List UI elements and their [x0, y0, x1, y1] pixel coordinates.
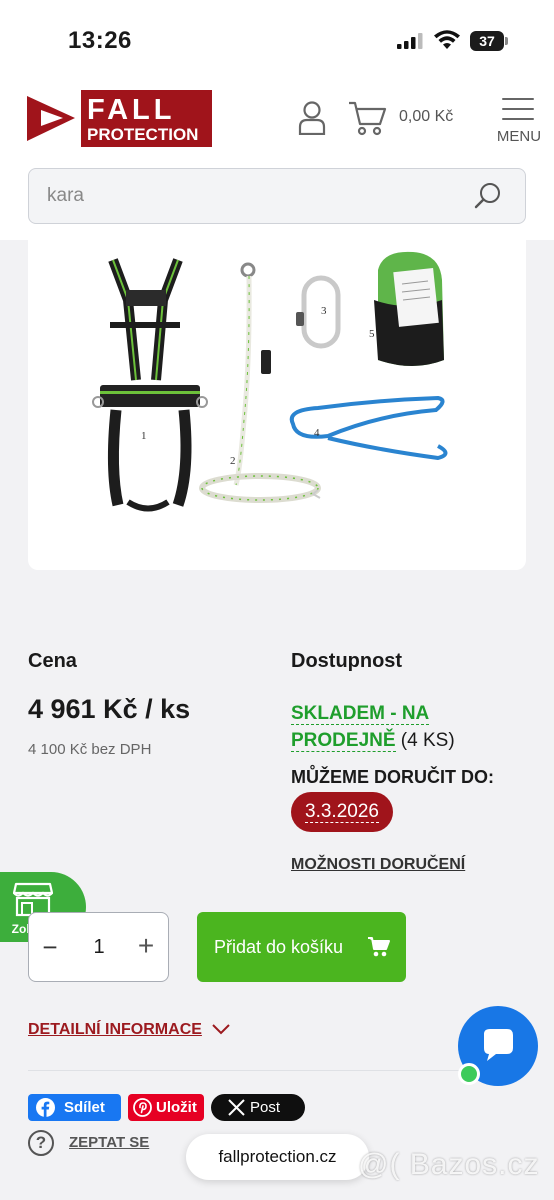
item-label-5: 5 — [369, 328, 375, 340]
menu-icon-bar — [502, 108, 534, 110]
add-to-cart-button[interactable]: Přidat do košíku — [197, 912, 406, 982]
chevron-down-icon[interactable] — [212, 1023, 230, 1035]
url-address-pill[interactable]: fallprotection.cz — [186, 1134, 369, 1180]
menu-button[interactable]: MENU — [496, 98, 542, 146]
pinterest-save-label: Uložit — [156, 1099, 197, 1116]
delivery-heading: MŮŽEME DORUČIT DO: — [291, 767, 494, 787]
item-label-1: 1 — [141, 430, 147, 442]
availability-status: SKLADEM - NA PRODEJNĚ (4 KS) — [291, 700, 521, 754]
svg-text:PROTECTION: PROTECTION — [87, 125, 198, 144]
cart-total[interactable]: 0,00 Kč — [399, 108, 453, 126]
price-heading: Cena — [28, 650, 77, 672]
battery-level: 37 — [470, 31, 504, 51]
harness-illustration — [92, 258, 208, 512]
online-indicator — [458, 1063, 480, 1085]
site-header: FALL PROTECTION 0,00 Kč MENU — [0, 80, 554, 154]
delivery-date-badge[interactable]: 3.3.2026 — [291, 792, 393, 832]
add-to-cart-label: Přidat do košíku — [214, 936, 344, 957]
search-input[interactable] — [47, 182, 447, 210]
x-post-label: Post — [250, 1099, 281, 1116]
question-icon: ? — [28, 1130, 54, 1156]
battery-nub — [505, 37, 508, 45]
svg-text:FALL: FALL — [87, 94, 176, 126]
backpack-illustration — [374, 251, 444, 366]
quantity-decrease-button[interactable]: − — [39, 934, 61, 960]
availability-heading: Dostupnost — [291, 650, 403, 672]
quantity-stepper: − 1 + — [28, 912, 169, 982]
pinterest-icon — [133, 1098, 152, 1117]
quantity-increase-button[interactable]: + — [134, 932, 158, 960]
product-image[interactable]: 1 2 3 4 5 — [28, 240, 526, 570]
menu-icon — [502, 98, 534, 100]
search-bar — [0, 154, 554, 240]
quantity-input[interactable]: 1 — [84, 936, 114, 959]
item-label-4: 4 — [314, 427, 320, 439]
delivery-date: 3.3.2026 — [305, 801, 379, 823]
item-label-2: 2 — [230, 455, 236, 467]
divider — [28, 1070, 526, 1071]
x-icon — [228, 1099, 245, 1116]
product-illustration: 1 2 3 4 5 — [92, 251, 448, 512]
facebook-icon — [36, 1098, 55, 1117]
pinterest-save-button[interactable]: Uložit — [128, 1094, 204, 1121]
facebook-share-label: Sdílet — [64, 1099, 105, 1116]
price-without-vat: 4 100 Kč bez DPH — [28, 741, 152, 758]
stock-count: (4 KS) — [395, 730, 455, 751]
user-icon[interactable] — [297, 101, 327, 135]
status-time: 13:26 — [68, 27, 132, 54]
price-value: 4 961 Kč / ks — [28, 694, 191, 724]
signal-icon — [397, 33, 423, 49]
chat-icon — [484, 1029, 513, 1061]
menu-icon-bar — [502, 118, 534, 120]
cart-icon[interactable] — [348, 100, 388, 136]
menu-label: MENU — [496, 128, 542, 145]
status-bar: 13:26 37 — [0, 0, 554, 80]
watermark: @( Bazos.cz — [358, 1148, 540, 1181]
ask-question-link[interactable]: ZEPTAT SE — [69, 1134, 149, 1151]
wifi-icon — [434, 30, 460, 49]
delivery-options-link[interactable]: MOŽNOSTI DORUČENÍ — [291, 856, 465, 874]
facebook-share-button[interactable]: Sdílet — [28, 1094, 121, 1121]
item-label-3: 3 — [321, 305, 327, 317]
x-post-button[interactable]: Post — [211, 1094, 305, 1121]
battery-icon: 37 — [470, 31, 508, 51]
search-box[interactable] — [28, 168, 526, 224]
detail-info-link[interactable]: DETAILNÍ INFORMACE — [28, 1021, 202, 1039]
site-logo[interactable]: FALL PROTECTION — [27, 90, 212, 147]
cart-small-icon — [368, 937, 390, 957]
search-icon[interactable] — [473, 181, 503, 211]
